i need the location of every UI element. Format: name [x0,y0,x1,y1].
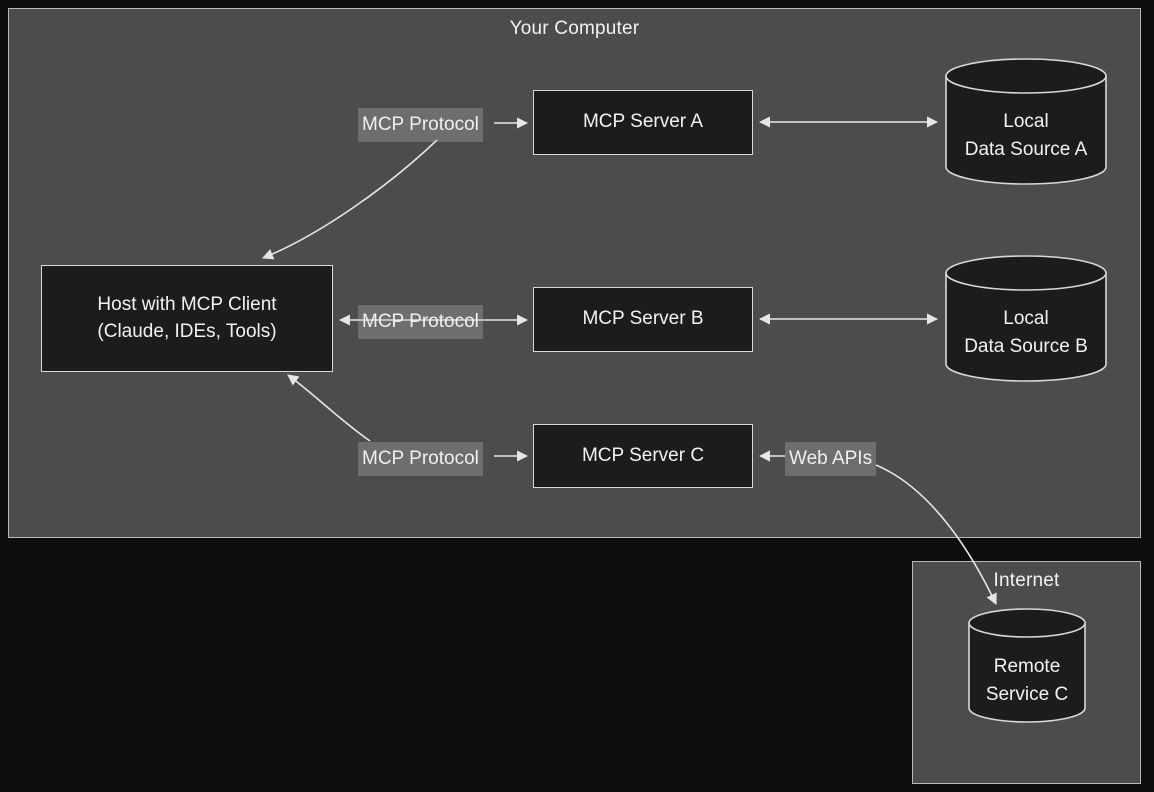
node-host-line2: (Claude, IDEs, Tools) [97,320,277,342]
edge-label-mcp-protocol-c: MCP Protocol [358,442,483,476]
cylinder-shape-icon [945,255,1107,382]
node-mcp-server-a[interactable]: MCP Server A [533,90,753,155]
node-mcp-server-c[interactable]: MCP Server C [533,424,753,488]
panel-internet-title: Internet [993,570,1060,591]
datastore-local-data-source-b[interactable]: Local Data Source B [944,255,1108,382]
panel-your-computer-title: Your Computer [509,18,640,39]
diagram-canvas: Your Computer Internet Host with MCP Cli… [0,0,1154,792]
cylinder-shape-icon [945,58,1107,185]
cylinder-shape-icon [968,608,1086,723]
node-mcp-server-a-label: MCP Server A [582,111,704,133]
node-mcp-server-b-label: MCP Server B [582,308,704,330]
datastore-remote-service-c[interactable]: Remote Service C [967,608,1087,724]
node-mcp-server-c-label: MCP Server C [581,444,705,466]
node-mcp-server-b[interactable]: MCP Server B [533,287,753,352]
datastore-local-data-source-a[interactable]: Local Data Source A [944,58,1108,185]
node-host-with-mcp-client[interactable]: Host with MCP Client (Claude, IDEs, Tool… [41,265,333,372]
edge-label-web-apis: Web APIs [785,442,877,476]
edge-label-mcp-protocol-b: MCP Protocol [358,305,483,339]
edge-label-mcp-protocol-a: MCP Protocol [358,108,483,142]
node-host-line1: Host with MCP Client [97,293,277,315]
